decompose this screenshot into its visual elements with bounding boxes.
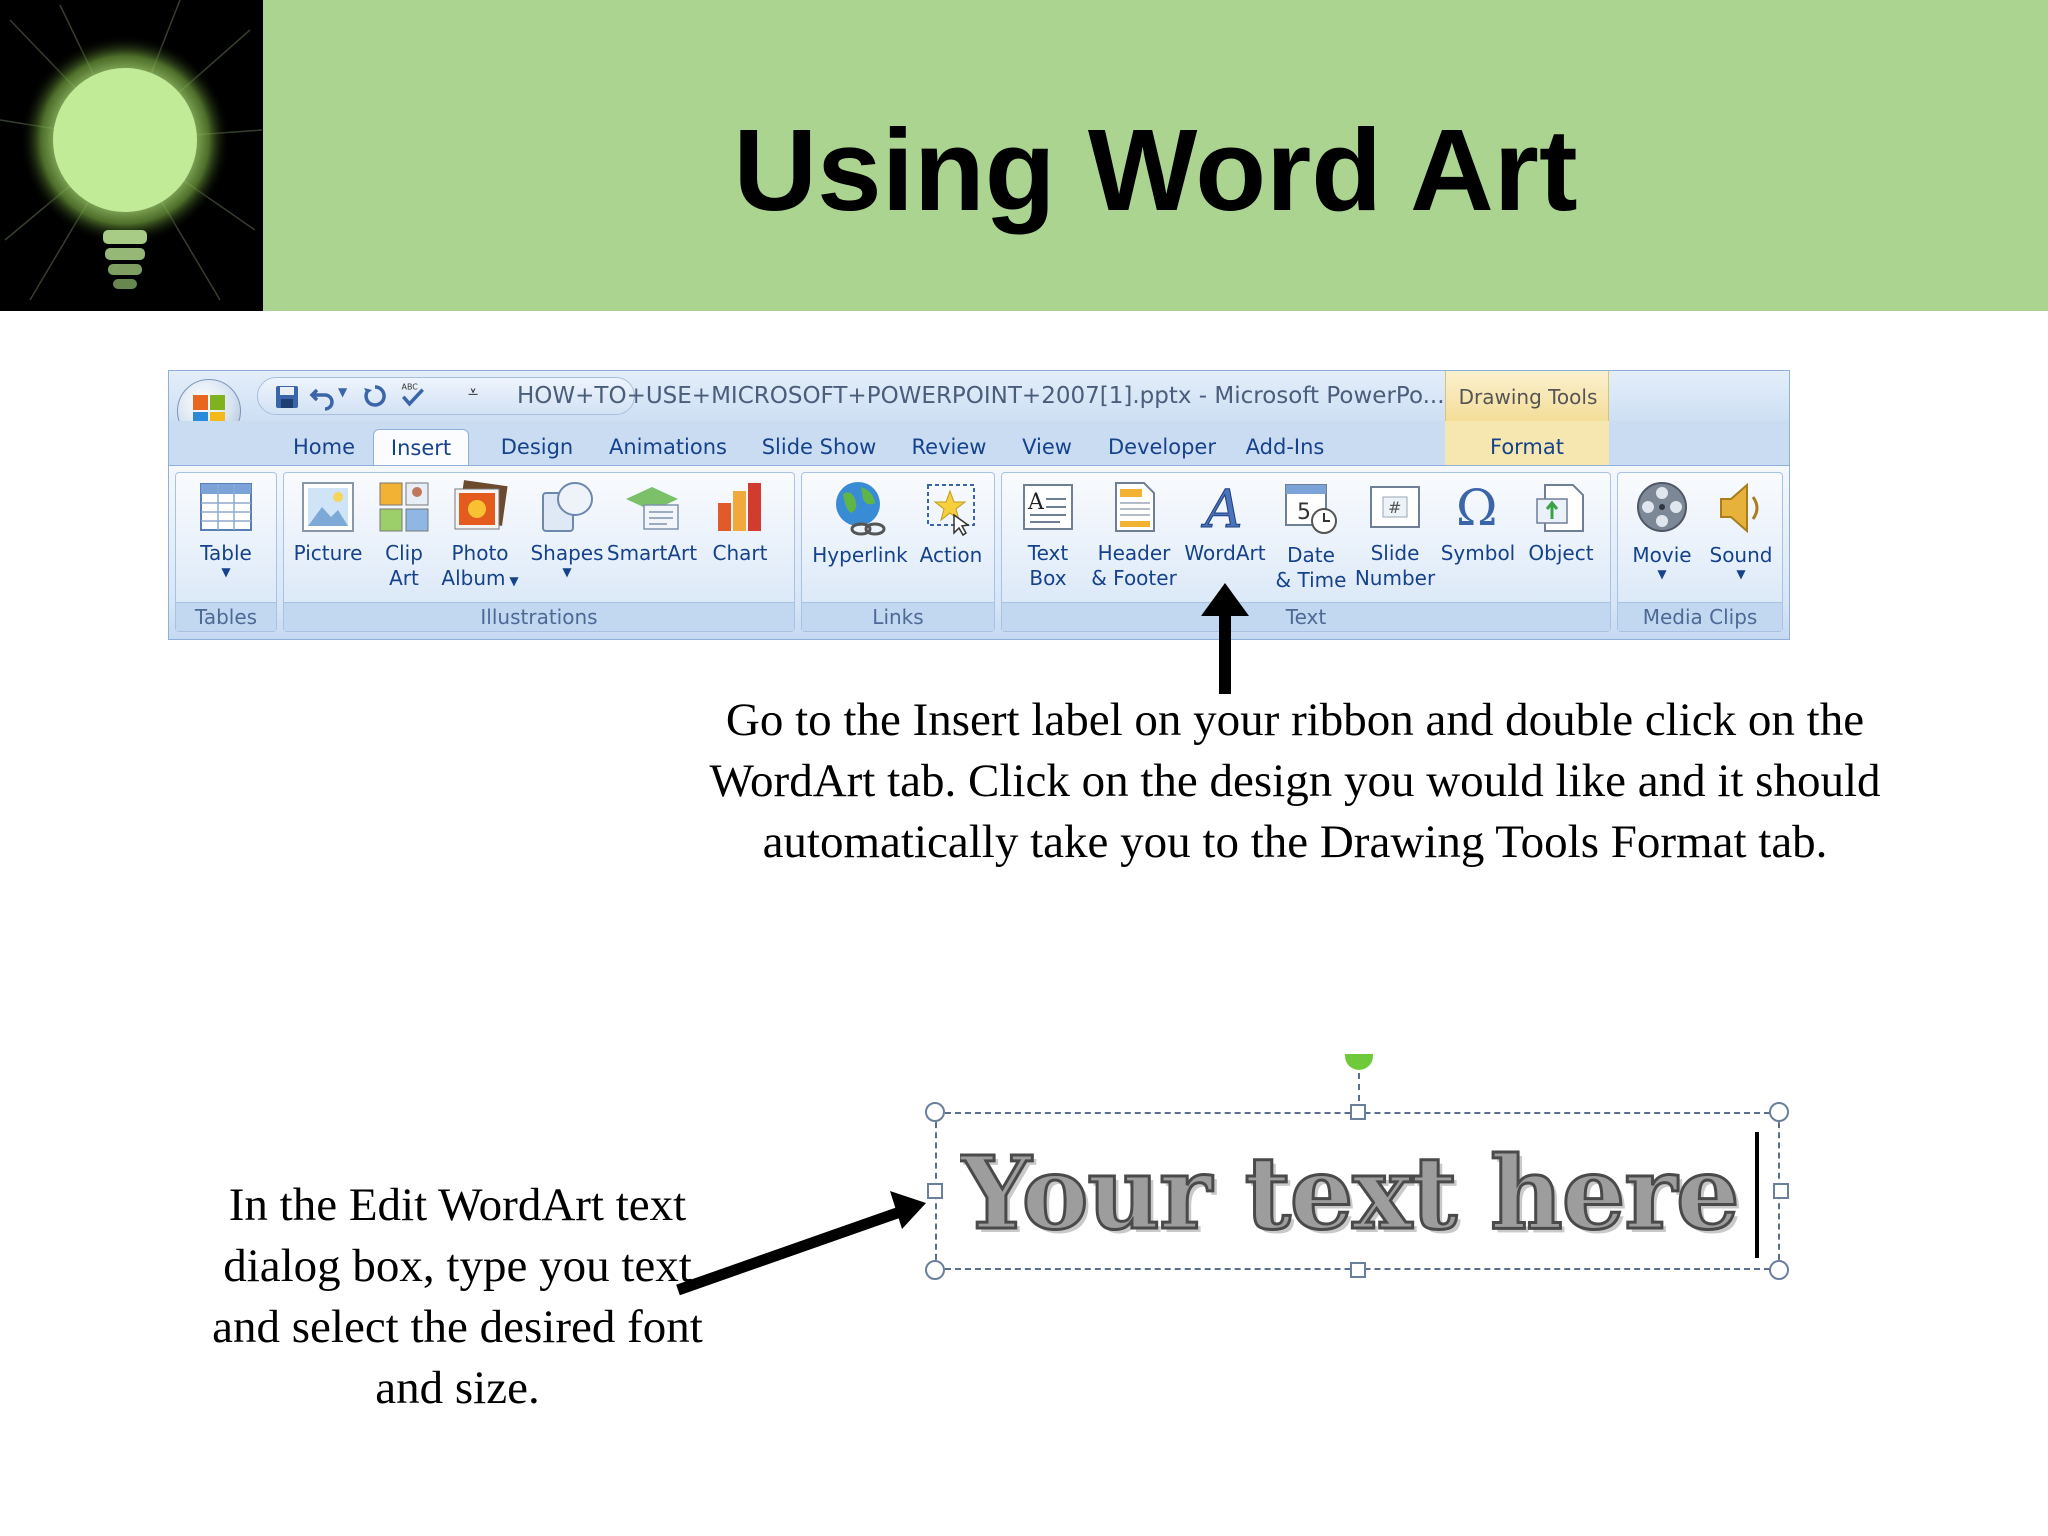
text-caret [1755, 1132, 1759, 1258]
resize-handle-top[interactable] [1350, 1104, 1366, 1120]
resize-handle-bottom-left[interactable] [925, 1260, 945, 1280]
arrow-to-wordart-sample [676, 1191, 926, 1296]
arrow-to-wordart [1201, 583, 1249, 694]
instruction-top: Go to the Insert label on your ribbon an… [709, 694, 1881, 868]
resize-handle-top-right[interactable] [1769, 1102, 1789, 1122]
resize-handle-top-left[interactable] [925, 1102, 945, 1122]
resize-handle-right[interactable] [1773, 1183, 1789, 1199]
resize-handle-bottom[interactable] [1350, 1262, 1366, 1278]
resize-handle-bottom-right[interactable] [1769, 1260, 1789, 1280]
wordart-sample-text[interactable]: Your text here [960, 1130, 1760, 1256]
instruction-bottom: In the Edit WordArt text dialog box, typ… [212, 1179, 703, 1414]
resize-handle-left[interactable] [927, 1183, 943, 1199]
